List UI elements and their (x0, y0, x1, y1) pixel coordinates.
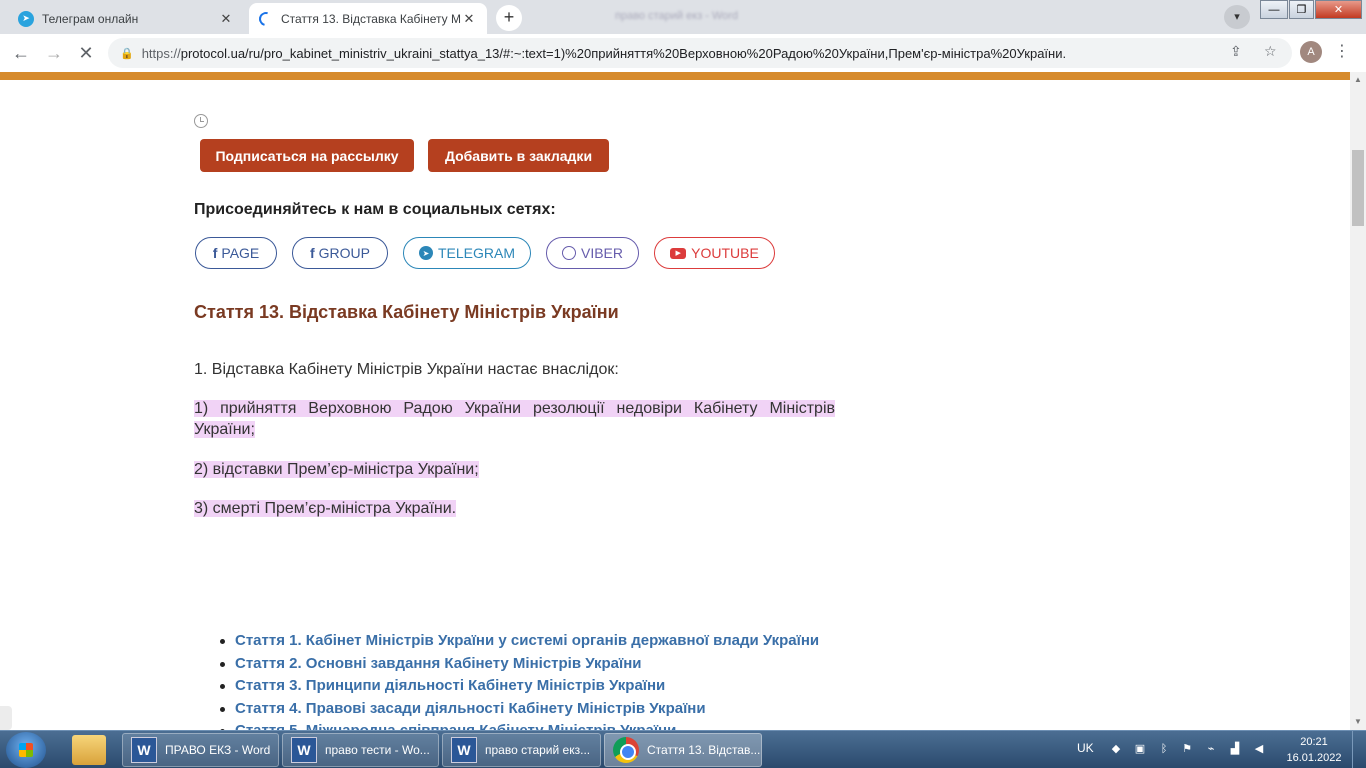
article-paragraph-highlighted: 2) відставки Прем’єр-міністра України; (194, 459, 835, 480)
telegram-icon: ➤ (18, 10, 34, 27)
close-tab-icon[interactable]: ✕ (218, 11, 234, 27)
forward-button[interactable]: → (42, 41, 66, 65)
share-icon[interactable]: ⇪ (1230, 43, 1242, 60)
address-bar[interactable]: 🔒 https://protocol.ua/ru/pro_kabinet_min… (108, 38, 1292, 68)
add-bookmark-button[interactable]: Добавить в закладки (428, 139, 609, 172)
scroll-down-arrow-icon[interactable]: ▼ (1350, 714, 1366, 730)
start-button[interactable] (6, 732, 46, 768)
telegram-button[interactable]: ➤ TELEGRAM (403, 237, 531, 269)
monitor-icon[interactable]: ▣ (1133, 742, 1147, 756)
word-icon: W (291, 737, 317, 763)
bookmark-star-icon[interactable]: ☆ (1264, 43, 1277, 60)
vertical-scrollbar[interactable]: ▲ ▼ (1350, 72, 1366, 730)
facebook-icon: f (212, 245, 218, 261)
text-highlight: 1) прийняття Верховною Радою України рез… (194, 400, 835, 438)
minimize-button[interactable]: — (1260, 0, 1288, 19)
scroll-up-arrow-icon[interactable]: ▲ (1350, 72, 1366, 88)
related-articles-list: Стаття 1. Кабінет Міністрів України у си… (219, 630, 819, 730)
social-label: GROUP (318, 245, 370, 261)
show-desktop-button[interactable] (1352, 731, 1366, 768)
url-text[interactable]: https://protocol.ua/ru/pro_kabinet_minis… (142, 46, 1066, 61)
facebook-icon: f (309, 245, 315, 261)
taskbar-item-word[interactable]: W ПРАВО ЕКЗ - Word (122, 733, 279, 767)
tab-article[interactable]: Стаття 13. Відставка Кабінету Мі ✕ (249, 3, 487, 34)
maximize-button[interactable]: ❐ (1289, 0, 1314, 19)
close-tab-icon[interactable]: ✕ (461, 11, 477, 27)
profile-avatar[interactable]: A (1300, 41, 1322, 63)
side-panel-handle[interactable] (0, 706, 12, 730)
youtube-icon: ▶ (670, 247, 687, 259)
social-label: TELEGRAM (437, 245, 515, 261)
related-article-link[interactable]: Стаття 3. Принципи діяльності Кабінету М… (219, 675, 819, 698)
flag-icon[interactable]: ⚑ (1180, 742, 1194, 756)
new-tab-button[interactable]: + (496, 5, 522, 31)
facebook-page-button[interactable]: f PAGE (195, 237, 277, 269)
related-article-link[interactable]: Стаття 1. Кабінет Міністрів України у си… (219, 630, 819, 653)
chrome-menu-icon[interactable]: ⋮ (1334, 41, 1350, 61)
social-title: Присоединяйтесь к нам в социальных сетях… (194, 201, 556, 218)
article-title: Стаття 13. Відставка Кабінету Міністрів … (194, 302, 619, 322)
language-indicator[interactable]: UK (1077, 741, 1094, 755)
article-paragraph-highlighted: 3) смерті Прем’єр-міністра України. (194, 498, 835, 519)
taskbar-item-label: право тести - Wo... (325, 743, 430, 757)
article-paragraph: 1. Відставка Кабінету Міністрів України … (194, 361, 619, 378)
windows-taskbar: W ПРАВО ЕКЗ - Word W право тести - Wo...… (0, 730, 1366, 768)
browser-toolbar: ← → ✕ 🔒 https://protocol.ua/ru/pro_kabin… (0, 34, 1366, 72)
social-label: YOUTUBE (691, 245, 759, 261)
related-article-link[interactable]: Стаття 4. Правові засади діяльності Кабі… (219, 698, 819, 721)
clock-icon (194, 114, 208, 128)
telegram-icon: ➤ (418, 246, 433, 260)
background-window-title: право старий екз - Word (615, 10, 739, 22)
tab-search-button[interactable]: ▾ (1224, 5, 1250, 29)
stop-loading-button[interactable]: ✕ (74, 41, 98, 65)
viber-icon (561, 246, 576, 260)
taskbar-item-label: ПРАВО ЕКЗ - Word (165, 743, 271, 757)
word-icon: W (131, 737, 157, 763)
taskbar-item-label: Стаття 13. Відстав... (647, 743, 761, 757)
loading-spinner-icon (256, 8, 276, 29)
scrollbar-thumb[interactable] (1352, 150, 1364, 226)
social-label: PAGE (221, 245, 260, 261)
bluetooth-icon[interactable]: ᛒ (1157, 742, 1171, 756)
text-highlight: 2) відставки Прем’єр-міністра України; (194, 461, 479, 478)
text-highlight: 3) смерті Прем’єр-міністра України. (194, 500, 457, 517)
facebook-group-button[interactable]: f GROUP (292, 237, 388, 269)
usb-icon[interactable]: ⌁ (1204, 742, 1218, 756)
social-label: VIBER (580, 245, 623, 261)
chrome-icon (613, 737, 639, 763)
file-explorer-icon[interactable] (72, 735, 106, 765)
youtube-button[interactable]: ▶ YOUTUBE (654, 237, 775, 269)
close-window-button[interactable]: ✕ (1315, 0, 1362, 19)
taskbar-item-word[interactable]: W право тести - Wo... (282, 733, 439, 767)
subscribe-button[interactable]: Подписаться на рассылку (200, 139, 414, 172)
volume-icon[interactable]: ◀ (1252, 742, 1266, 756)
page-content: Подписаться на рассылку Добавить в закла… (0, 80, 1350, 730)
signal-icon[interactable]: ▟ (1228, 742, 1242, 756)
taskbar-item-word[interactable]: W право старий екз... (442, 733, 601, 767)
site-header-accent-bar (0, 72, 1350, 80)
tab-title: Телеграм онлайн (42, 11, 139, 26)
related-article-link[interactable]: Стаття 2. Основні завдання Кабінету Міні… (219, 653, 819, 676)
tray-app-icon[interactable]: ◆ (1109, 742, 1123, 756)
clock-time: 20:21 (1300, 736, 1328, 748)
tab-title: Стаття 13. Відставка Кабінету Мі (281, 11, 461, 26)
tab-strip: ➤ Телеграм онлайн ✕ Стаття 13. Відставка… (0, 0, 1366, 34)
word-icon: W (451, 737, 477, 763)
taskbar-item-chrome[interactable]: Стаття 13. Відстав... (604, 733, 762, 767)
tab-telegram[interactable]: ➤ Телеграм онлайн ✕ (8, 3, 244, 34)
system-clock[interactable]: 20:21 16.01.2022 (1284, 734, 1344, 766)
viber-button[interactable]: VIBER (546, 237, 639, 269)
article-paragraph-highlighted: 1) прийняття Верховною Радою України рез… (194, 398, 835, 440)
taskbar-item-label: право старий екз... (485, 743, 591, 757)
lock-icon[interactable]: 🔒 (120, 47, 134, 60)
clock-date: 16.01.2022 (1286, 752, 1342, 764)
related-article-link[interactable]: Стаття 5. Міжнародна співпраця Кабінету … (219, 720, 819, 730)
back-button[interactable]: ← (9, 41, 33, 65)
